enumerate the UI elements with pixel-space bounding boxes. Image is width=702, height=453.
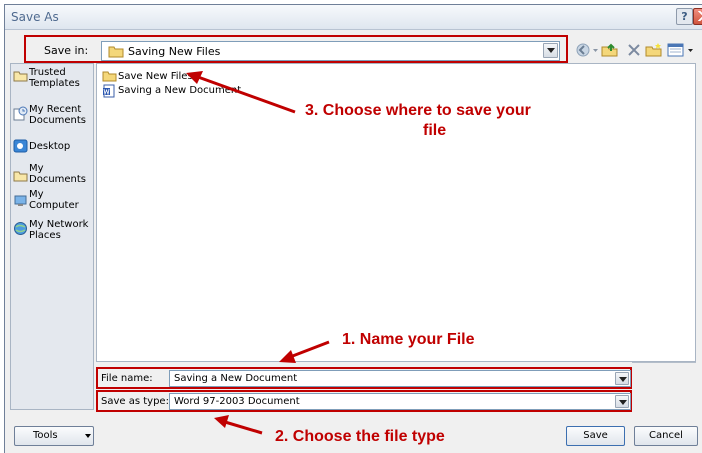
file-name-value: Saving a New Document [174, 373, 298, 384]
save-as-type-value: Word 97-2003 Document [174, 396, 300, 407]
divider [632, 362, 696, 415]
annotation-step3-continued: file [423, 122, 447, 139]
save-as-type-select[interactable]: Word 97-2003 Document [169, 393, 631, 410]
annotation-step2: 2. Choose the file type [275, 428, 445, 445]
save-button[interactable]: Save [566, 426, 625, 446]
chevron-down-icon [85, 434, 91, 438]
annotation-step3: 3. Choose where to save your [305, 102, 531, 119]
save-as-type-label: Save as type: [101, 396, 169, 407]
arrow-step2 [214, 415, 263, 435]
annotation-step1: 1. Name your File [342, 331, 475, 348]
tools-button-label: Tools [33, 430, 58, 441]
arrow-step1 [279, 340, 330, 363]
file-name-label: File name: [101, 373, 153, 384]
chevron-down-icon[interactable] [615, 395, 629, 408]
arrow-step3 [186, 71, 296, 114]
chevron-down-icon[interactable] [615, 372, 629, 385]
tools-button[interactable]: Tools [14, 426, 94, 446]
file-name-input[interactable]: Saving a New Document [169, 370, 631, 387]
cancel-button[interactable]: Cancel [634, 426, 698, 446]
